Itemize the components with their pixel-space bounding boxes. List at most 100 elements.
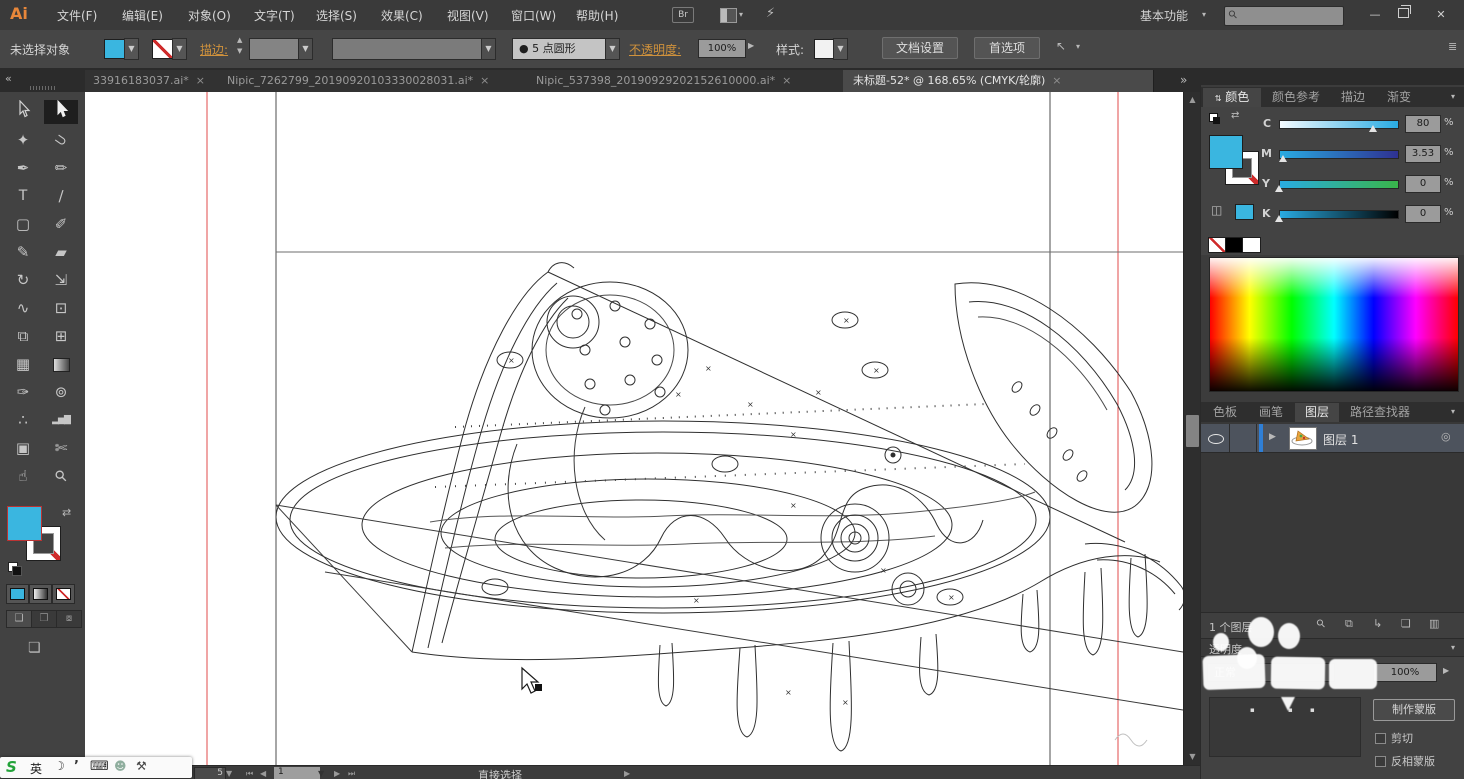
default-fill-stroke-icon[interactable] — [8, 562, 22, 576]
delete-layer-icon[interactable]: ▥ — [1429, 617, 1439, 630]
vertical-scroll-thumb[interactable] — [1186, 415, 1199, 447]
gamut-color-swatch[interactable] — [1235, 204, 1254, 220]
menu-window[interactable]: 窗口(W) — [511, 7, 556, 24]
tab-overflow-icon[interactable]: » — [1180, 73, 1187, 87]
direct-selection-tool-active[interactable] — [44, 99, 78, 124]
scroll-up-icon[interactable]: ▲ — [1184, 95, 1201, 104]
none-mode-button[interactable] — [52, 584, 75, 604]
doc-tab-1-close-icon[interactable]: × — [196, 74, 205, 87]
brush-chevron-icon[interactable]: ▼ — [605, 38, 620, 60]
paintbrush-tool[interactable]: ✐ — [44, 212, 78, 236]
tab-color[interactable]: ⇅ 颜色 — [1203, 88, 1261, 107]
workspace-chevron-icon[interactable]: ▾ — [1202, 10, 1206, 19]
opacity-panel-link[interactable]: 不透明度: — [629, 41, 681, 58]
menu-edit[interactable]: 编辑(E) — [122, 7, 163, 24]
arrange-documents-icon[interactable] — [720, 8, 737, 23]
menu-file[interactable]: 文件(F) — [57, 7, 97, 24]
ime-logo[interactable]: S — [6, 758, 17, 776]
channel-c-value[interactable]: 80 — [1405, 115, 1441, 133]
tab-layers[interactable]: 图层 — [1295, 403, 1339, 422]
ime-quote-icon[interactable]: ’ — [74, 759, 79, 774]
doc-tab-1[interactable]: 33916183037.ai* × — [85, 70, 227, 92]
ime-keyboard-icon[interactable]: ⌨ — [90, 759, 109, 774]
transparency-menu-icon[interactable]: ▾ — [1451, 643, 1455, 652]
search-box[interactable]: ⚲ — [1224, 6, 1344, 26]
curvature-tool[interactable]: ✏ — [44, 156, 78, 180]
isolate-selection-icon[interactable]: ↖ — [1056, 39, 1066, 53]
channel-k-value[interactable]: 0 — [1405, 205, 1441, 223]
draw-normal-mode-button[interactable]: ❑ — [6, 610, 32, 628]
scroll-down-icon[interactable]: ▼ — [1184, 752, 1201, 761]
stroke-color-swatch[interactable] — [152, 39, 173, 59]
make-clipping-mask-icon[interactable]: ⧉ — [1345, 617, 1353, 631]
doc-tab-2-close-icon[interactable]: × — [480, 74, 489, 87]
menu-view[interactable]: 视图(V) — [447, 7, 489, 24]
color-panel-menu-icon[interactable]: ▾ — [1451, 92, 1455, 101]
rotate-tool[interactable]: ↻ — [6, 268, 40, 292]
collapse-panels-icon[interactable]: « — [5, 72, 12, 85]
white-swatch[interactable] — [1242, 237, 1261, 253]
layer-thumbnail[interactable] — [1289, 427, 1317, 450]
color-spectrum[interactable] — [1209, 257, 1459, 392]
swap-fill-stroke-icon[interactable]: ⇄ — [62, 506, 71, 519]
channel-c-slider[interactable] — [1279, 120, 1399, 129]
stroke-weight-chevron-icon[interactable]: ▼ — [298, 38, 313, 60]
magic-wand-tool[interactable]: ✦ — [6, 128, 40, 152]
invert-mask-checkbox[interactable] — [1375, 756, 1386, 767]
gpu-performance-icon[interactable]: ⚡ — [766, 6, 775, 21]
channel-k-handle[interactable] — [1275, 215, 1283, 222]
fill-indicator-swatch[interactable] — [1209, 135, 1243, 169]
transparency-opacity-expand-icon[interactable]: ▶ — [1443, 666, 1449, 675]
ime-punctuation-icon[interactable]: ☽ — [54, 759, 65, 773]
menu-object[interactable]: 对象(O) — [188, 7, 231, 24]
arrange-documents-chevron-icon[interactable]: ▾ — [739, 10, 743, 19]
shape-builder-tool[interactable]: ⧉ — [6, 324, 40, 348]
lock-cell[interactable] — [1229, 424, 1257, 452]
last-artboard-icon[interactable]: ⏭ — [348, 769, 355, 779]
pen-tool[interactable]: ✒ — [6, 156, 40, 180]
rectangle-tool[interactable]: ▢ — [6, 212, 40, 236]
pencil-tool[interactable]: ✎ — [6, 240, 40, 264]
close-button[interactable]: ✕ — [1428, 6, 1454, 23]
draw-behind-mode-button[interactable]: ❒ — [31, 610, 57, 628]
artboard-navigation-field[interactable]: 1 — [274, 767, 320, 779]
symbol-sprayer-tool[interactable]: ∴ — [6, 408, 40, 432]
channel-y-handle[interactable] — [1275, 185, 1283, 192]
doc-tab-2[interactable]: Nipic_7262799_20190920103330028031.ai* × — [219, 70, 536, 92]
channel-c-handle[interactable] — [1369, 125, 1377, 132]
restore-button[interactable] — [1398, 5, 1411, 18]
type-tool[interactable]: T — [6, 184, 40, 208]
blend-tool[interactable]: ⊚ — [44, 380, 78, 404]
swap-colors-icon[interactable]: ⇄ — [1231, 110, 1239, 121]
artboard-tool[interactable]: ▣ — [6, 436, 40, 460]
doc-tab-4-active[interactable]: 未标题-52* @ 168.65% (CMYK/轮廓) × — [843, 70, 1154, 92]
variable-width-chevron-icon[interactable]: ▼ — [481, 38, 496, 60]
tab-pathfinder[interactable]: 路径查找器 — [1341, 403, 1419, 422]
channel-k-slider[interactable] — [1279, 210, 1399, 219]
channel-m-handle[interactable] — [1279, 155, 1287, 162]
mesh-tool[interactable]: ▦ — [6, 352, 40, 376]
zoom-chevron-icon[interactable]: ▼ — [226, 769, 232, 778]
gradient-mode-button[interactable] — [29, 584, 52, 604]
tab-color-guide[interactable]: 颜色参考 — [1263, 88, 1329, 107]
clip-label[interactable]: 剪切 — [1391, 730, 1413, 746]
slice-tool[interactable]: ✄ — [44, 436, 78, 460]
fill-color-chevron-icon[interactable]: ▼ — [124, 38, 139, 60]
workspace-switcher[interactable]: 基本功能 — [1140, 7, 1188, 24]
isolate-chevron-icon[interactable]: ▾ — [1076, 42, 1080, 51]
menu-effect[interactable]: 效果(C) — [381, 7, 423, 24]
free-transform-tool[interactable]: ⊡ — [44, 296, 78, 320]
stroke-color-chevron-icon[interactable]: ▼ — [172, 38, 187, 60]
menu-type[interactable]: 文字(T) — [254, 7, 295, 24]
gradient-tool[interactable] — [44, 352, 78, 376]
tab-brushes[interactable]: 画笔 — [1249, 403, 1293, 422]
lasso-tool[interactable]: ⊃ — [40, 120, 82, 159]
opacity-field[interactable]: 100% — [698, 39, 746, 58]
search-input[interactable] — [1243, 8, 1342, 24]
control-bar-menu-icon[interactable]: ≣ — [1448, 40, 1457, 53]
eraser-tool[interactable]: ▰ — [44, 240, 78, 264]
doc-tab-3[interactable]: Nipic_537398_20190929202152610000.ai* × — [528, 70, 851, 92]
menu-help[interactable]: 帮助(H) — [576, 7, 618, 24]
invert-mask-label[interactable]: 反相蒙版 — [1391, 753, 1435, 769]
screen-mode-button[interactable]: ❏ — [28, 640, 41, 656]
